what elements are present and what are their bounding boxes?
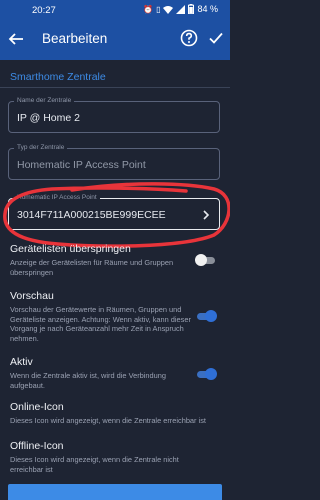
help-icon[interactable] — [180, 29, 198, 47]
setting-title: Vorschau — [10, 290, 54, 302]
access-point-field[interactable]: Homematic IP Access Point 3014F711A00021… — [8, 194, 220, 230]
setting-active[interactable]: Aktiv Wenn die Zentrale aktiv ist, wird … — [10, 356, 215, 390]
setting-offline-icon[interactable]: Offline-Icon Dieses Icon wird angezeigt,… — [10, 440, 215, 474]
setting-title: Online-Icon — [10, 401, 64, 413]
setting-title: Offline-Icon — [10, 440, 64, 452]
setting-title: Aktiv — [10, 356, 33, 368]
check-icon[interactable] — [208, 30, 224, 46]
type-field-value: Homematic IP Access Point — [17, 159, 146, 171]
chevron-right-icon — [203, 210, 210, 220]
battery-percent: 84 % — [197, 4, 218, 14]
signal-icon — [176, 4, 186, 14]
section-title: Smarthome Zentrale — [10, 71, 106, 83]
status-time: 20:27 — [32, 5, 56, 16]
app-bar: Bearbeiten — [0, 18, 230, 60]
section-divider — [0, 87, 230, 88]
type-field-label: Typ der Zentrale — [14, 144, 68, 152]
status-bar: 20:27 ⏰ ▯ 84 % — [0, 0, 230, 18]
name-field-value[interactable]: IP @ Home 2 — [17, 112, 80, 124]
setting-preview[interactable]: Vorschau Vorschau der Gerätewerte in Räu… — [10, 290, 215, 343]
alarm-icon: ⏰ — [143, 4, 154, 14]
setting-description: Wenn die Zentrale aktiv ist, wird die Ve… — [10, 371, 166, 390]
setting-online-icon[interactable]: Online-Icon Dieses Icon wird angezeigt, … — [10, 401, 215, 426]
back-arrow-icon[interactable] — [7, 30, 25, 48]
setting-description: Anzeige der Gerätelisten für Räume und G… — [10, 258, 174, 277]
access-point-field-value: 3014F711A000215BE999ECEE — [17, 209, 166, 221]
page-title: Bearbeiten — [42, 31, 108, 46]
vibrate-icon: ▯ — [156, 4, 161, 14]
bottom-action-bar[interactable] — [8, 484, 222, 500]
setting-skip-device-lists[interactable]: Gerätelisten überspringen Anzeige der Ge… — [10, 243, 215, 277]
access-point-field-label: Homematic IP Access Point — [14, 194, 100, 202]
setting-description: Vorschau der Gerätewerte in Räumen, Grup… — [10, 305, 191, 343]
name-field[interactable]: Name der Zentrale IP @ Home 2 — [8, 97, 220, 133]
battery-icon — [188, 4, 195, 14]
wifi-icon — [163, 5, 174, 14]
setting-description: Dieses Icon wird angezeigt, wenn die Zen… — [10, 416, 206, 425]
skip-device-lists-toggle[interactable] — [195, 254, 217, 266]
name-field-label: Name der Zentrale — [14, 97, 75, 105]
active-toggle[interactable] — [195, 368, 217, 380]
preview-toggle[interactable] — [195, 310, 217, 322]
type-field: Typ der Zentrale Homematic IP Access Poi… — [8, 144, 220, 180]
setting-title: Gerätelisten überspringen — [10, 243, 131, 255]
setting-description: Dieses Icon wird angezeigt, wenn die Zen… — [10, 455, 179, 474]
status-icons: ⏰ ▯ 84 % — [143, 4, 218, 14]
